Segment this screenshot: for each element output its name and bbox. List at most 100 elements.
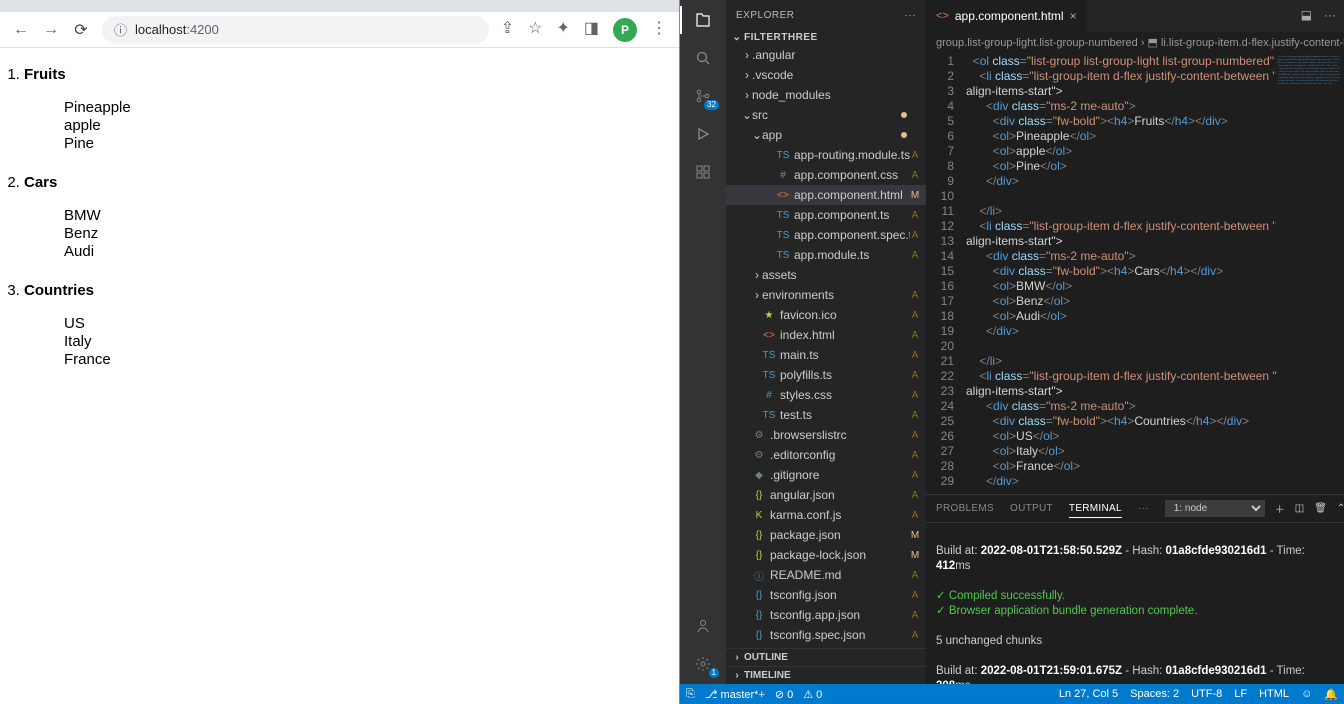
browser-tabstrip[interactable] [0, 0, 679, 12]
file-item[interactable]: {}tsconfig.app.jsonA [726, 605, 926, 625]
kebab-menu-icon[interactable]: ⋮ [651, 18, 667, 42]
file-item[interactable]: ⚙.editorconfigA [726, 445, 926, 465]
new-terminal-icon[interactable]: ＋ [1275, 501, 1285, 516]
status-errors[interactable]: ⊘ 0 [775, 688, 793, 701]
chevron-up-icon[interactable]: ⌃ [1337, 503, 1344, 514]
file-item[interactable]: Kkarma.conf.jsA [726, 505, 926, 525]
scm-icon[interactable]: 32 [691, 84, 715, 108]
indent[interactable]: Spaces: 2 [1130, 688, 1179, 700]
feedback-icon[interactable]: ☺ [1301, 688, 1312, 700]
file-item[interactable]: TSmain.tsA [726, 345, 926, 365]
folder-item[interactable]: ⌄src [726, 105, 926, 125]
status-bar: ⎘ ⎇ master*+ ⊘ 0 ⚠ 0 Ln 27, Col 5 Spaces… [680, 684, 1344, 704]
url-bar[interactable]: ⓘ localhost:4200 [102, 16, 489, 44]
project-root[interactable]: ⌄FILTERTHREE [726, 30, 926, 45]
group-title: Cars [24, 174, 675, 191]
file-item[interactable]: TSapp.component.tsA [726, 205, 926, 225]
group-item: Pineapple [64, 99, 675, 116]
terminal-panel: PROBLEMS OUTPUT TERMINAL ··· 1: node ＋ ◫… [926, 494, 1344, 684]
editor-more-icon[interactable]: ··· [1324, 8, 1336, 22]
status-warnings[interactable]: ⚠ 0 [803, 688, 822, 701]
tab-label: app.component.html [955, 9, 1064, 23]
file-item[interactable]: <>index.htmlA [726, 325, 926, 345]
close-tab-icon[interactable]: × [1070, 9, 1077, 23]
editor-tabs: <> app.component.html × [926, 0, 1344, 32]
file-item[interactable]: #styles.cssA [726, 385, 926, 405]
breadcrumb[interactable]: group.list-group-light.list-group-number… [926, 32, 1344, 52]
outline-section[interactable]: ›OUTLINE [726, 648, 926, 666]
debug-icon[interactable] [691, 122, 715, 146]
file-item[interactable]: ⚙.browserslistrcA [726, 425, 926, 445]
page-content: FruitsPineappleapplePineCarsBMWBenzAudiC… [0, 48, 679, 704]
url-host: localhost [135, 22, 186, 37]
tab-more[interactable]: ··· [1138, 503, 1149, 514]
group-item: Audi [64, 243, 675, 260]
file-item[interactable]: #app.component.cssA [726, 165, 926, 185]
extensions-icon[interactable]: ✦ [556, 18, 569, 42]
sidepanel-icon[interactable]: ◨ [584, 18, 599, 42]
folder-item[interactable]: ›node_modules [726, 85, 926, 105]
file-item[interactable]: ⓘREADME.mdA [726, 565, 926, 585]
file-item[interactable]: {}angular.jsonA [726, 485, 926, 505]
file-item[interactable]: ◆.gitignoreA [726, 465, 926, 485]
timeline-section[interactable]: ›TIMELINE [726, 666, 926, 684]
file-item[interactable]: {}tsconfig.spec.jsonA [726, 625, 926, 645]
reload-icon[interactable]: ⟳ [72, 21, 90, 39]
group-item: Pine [64, 135, 675, 152]
folder-item[interactable]: ›assets [726, 265, 926, 285]
nav-forward-icon[interactable]: → [42, 21, 60, 39]
gear-icon[interactable]: 1 [691, 652, 715, 676]
split-editor-icon[interactable]: ⬓ [1301, 8, 1312, 22]
folder-item[interactable]: ›.vscode [726, 65, 926, 85]
file-item[interactable]: {}package.jsonM [726, 525, 926, 545]
explorer-icon[interactable] [691, 8, 715, 32]
file-item[interactable]: {}package-lock.jsonM [726, 545, 926, 565]
explorer-sidebar: EXPLORER ··· ⌄FILTERTHREE ›.angular›.vsc… [726, 0, 926, 684]
code-editor[interactable]: 1234567891011121314151617181920212223242… [926, 52, 1344, 494]
group-item: US [64, 315, 675, 332]
file-item[interactable]: TStest.tsA [726, 405, 926, 425]
file-item[interactable]: ★favicon.icoA [726, 305, 926, 325]
terminal-tabs: PROBLEMS OUTPUT TERMINAL ··· 1: node ＋ ◫… [926, 495, 1344, 523]
file-item[interactable]: {}tsconfig.jsonA [726, 585, 926, 605]
file-item[interactable]: TSapp.module.tsA [726, 245, 926, 265]
minimap[interactable]: <ol class="list-group list-group-light l… [1274, 52, 1344, 252]
tab-app-component-html[interactable]: <> app.component.html × [926, 0, 1088, 32]
tab-terminal[interactable]: TERMINAL [1069, 503, 1122, 518]
file-item[interactable]: <>app.component.htmlM [726, 185, 926, 205]
site-info-icon[interactable]: ⓘ [114, 20, 127, 39]
encoding[interactable]: UTF-8 [1191, 688, 1222, 700]
file-item[interactable]: TSapp.component.spec.tsA [726, 225, 926, 245]
terminal-body[interactable]: Build at: 2022-08-01T21:58:50.529Z - Has… [926, 523, 1344, 684]
eol[interactable]: LF [1234, 688, 1247, 700]
tab-output[interactable]: OUTPUT [1010, 503, 1053, 514]
file-item[interactable]: TSpolyfills.tsA [726, 365, 926, 385]
account-icon[interactable] [691, 614, 715, 638]
tab-problems[interactable]: PROBLEMS [936, 503, 994, 514]
lang-mode[interactable]: HTML [1259, 688, 1289, 700]
terminal-shell-select[interactable]: 1: node [1165, 500, 1265, 517]
folder-item[interactable]: ›environmentsA [726, 285, 926, 305]
content-group: CarsBMWBenzAudi [24, 174, 675, 260]
split-terminal-icon[interactable]: ◫ [1295, 503, 1304, 514]
folder-item[interactable]: ⌄app [726, 125, 926, 145]
nav-back-icon[interactable]: ← [12, 21, 30, 39]
search-activity-icon[interactable] [691, 46, 715, 70]
profile-avatar[interactable]: P [613, 18, 637, 42]
bell-icon[interactable]: 🔔 [1324, 688, 1338, 701]
share-icon[interactable]: ⇪ [501, 18, 514, 42]
file-item[interactable]: TSapp-routing.module.tsA [726, 145, 926, 165]
cursor-pos[interactable]: Ln 27, Col 5 [1059, 688, 1118, 700]
trash-icon[interactable]: 🗑 [1314, 503, 1327, 514]
extensions-activity-icon[interactable] [691, 160, 715, 184]
folder-item[interactable]: ›.angular [726, 45, 926, 65]
remote-indicator[interactable]: ⎘ [686, 688, 695, 701]
group-item: Italy [64, 333, 675, 350]
bookmark-icon[interactable]: ☆ [528, 18, 542, 42]
activity-bar: 32 1 [680, 0, 726, 684]
explorer-more-icon[interactable]: ··· [905, 10, 917, 21]
group-item: BMW [64, 207, 675, 224]
git-branch[interactable]: ⎇ master*+ [705, 688, 765, 701]
url-port: :4200 [186, 22, 219, 37]
content-group: CountriesUSItalyFrance [24, 282, 675, 368]
